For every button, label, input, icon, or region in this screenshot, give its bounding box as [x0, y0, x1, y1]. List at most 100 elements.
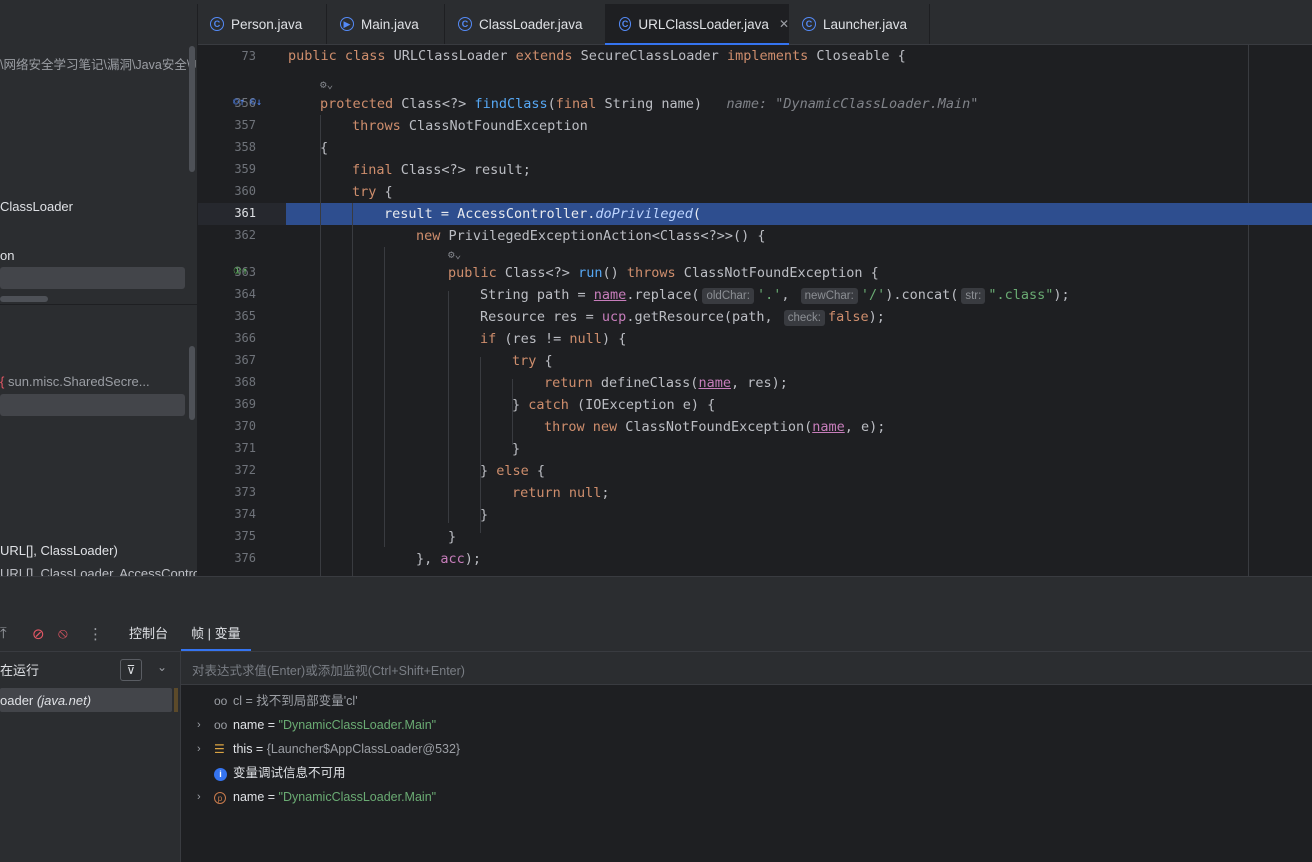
- variable-separator: =: [264, 790, 279, 804]
- implements-method-icon[interactable]: ①↑: [233, 266, 248, 277]
- code-line-360: try {: [352, 184, 393, 200]
- code-line-376: }, acc);: [416, 551, 482, 567]
- line-number: 371: [234, 441, 256, 455]
- main-class-icon: ▶: [340, 17, 354, 31]
- code-line-73: public class URLClassLoader extends Secu…: [288, 48, 906, 64]
- code-line-372: } else {: [480, 463, 546, 479]
- debug-toolbar: ⤒ ⊘ ⦸ ⋮ 控制台 帧 | 变量: [0, 617, 1312, 652]
- tab-separator: [326, 4, 327, 44]
- expand-arrow-icon[interactable]: ›: [197, 713, 201, 737]
- variable-value: {Launcher$AppClassLoader@532}: [266, 742, 461, 756]
- line-number: 376: [234, 551, 256, 565]
- code-editor[interactable]: 73 356 357 358 359 360 361 362 363 364 3…: [198, 45, 1312, 576]
- code-line-356: protected Class<?> findClass(final Strin…: [320, 96, 979, 112]
- line-number: 361: [234, 206, 256, 220]
- code-line-367: try {: [512, 353, 553, 369]
- tab-label: URLClassLoader.java: [638, 16, 769, 32]
- tab-launcher-java[interactable]: C Launcher.java: [802, 4, 907, 44]
- code-line-361: result = AccessController.doPrivileged(: [384, 206, 702, 222]
- expand-arrow-icon[interactable]: ›: [197, 737, 201, 761]
- indent-guide: [352, 203, 353, 576]
- structure-item-url2[interactable]: URL[], ClassLoader, AccessControll: [0, 566, 197, 576]
- filter-icon[interactable]: ⊽: [120, 659, 142, 681]
- variable-name: this: [233, 742, 253, 756]
- code-line-370: throw new ClassNotFoundException(name, e…: [544, 419, 886, 435]
- line-number: 373: [234, 485, 256, 499]
- evaluate-expression-input[interactable]: 对表达式求值(Enter)或添加监视(Ctrl+Shift+Enter): [181, 652, 1312, 685]
- variable-value: "DynamicClassLoader.Main": [278, 718, 437, 732]
- line-number: 73: [241, 49, 256, 63]
- class-icon: C: [619, 17, 632, 31]
- override-icon[interactable]: ©↑: [233, 97, 245, 108]
- step-out-icon[interactable]: ⤒: [0, 625, 7, 642]
- expand-arrow-icon[interactable]: ›: [197, 785, 201, 809]
- tab-main-java[interactable]: ▶ Main.java: [340, 4, 419, 44]
- frames-panel: 在运行 ⊽ ⌄ oader (java.net): [0, 652, 181, 862]
- tab-label: Person.java: [231, 16, 303, 32]
- implemented-icon[interactable]: ©↓: [250, 97, 262, 108]
- code-line-362: new PrivilegedExceptionAction<Class<?>>(…: [416, 228, 766, 244]
- indent-guide: [320, 115, 321, 576]
- line-number: 358: [234, 140, 256, 154]
- code-line-371: }: [512, 441, 521, 457]
- variable-name: name: [233, 790, 265, 804]
- tab-urlclassloader-java[interactable]: C URLClassLoader.java ✕: [605, 4, 789, 45]
- structure-item-sun[interactable]: { sun.misc.SharedSecre...: [0, 374, 150, 389]
- line-number: 365: [234, 309, 256, 323]
- frame-name: oader: [0, 693, 34, 708]
- tab-console[interactable]: 控制台: [129, 617, 168, 651]
- code-line-375: }: [448, 529, 457, 545]
- code-line-357: throws ClassNotFoundException: [352, 118, 588, 134]
- tree-selected-row[interactable]: [0, 267, 185, 289]
- line-number: 359: [234, 162, 256, 176]
- class-icon: C: [458, 17, 472, 31]
- tool-window-header: [0, 576, 1312, 617]
- line-number: 369: [234, 397, 256, 411]
- fold-icon[interactable]: ⚙⌄: [320, 78, 333, 91]
- project-scrollbar[interactable]: [189, 46, 195, 172]
- fold-icon[interactable]: ⚙⌄: [448, 248, 461, 261]
- info-icon: i: [214, 761, 227, 785]
- code-line-369: } catch (IOException e) {: [512, 397, 716, 413]
- line-number: 362: [234, 228, 256, 242]
- variable-separator: =: [242, 694, 257, 708]
- project-panel[interactable]: \网络安全学习笔记\漏洞\Java安全\J ClassLoader on { s…: [0, 4, 197, 576]
- mute-breakpoints-icon[interactable]: ⦸: [58, 625, 68, 642]
- tab-label: ClassLoader.java: [479, 16, 583, 32]
- fold-hint[interactable]: ⚙⌄: [320, 73, 333, 95]
- code-line-368: return defineClass(name, res);: [544, 375, 788, 391]
- class-icon: C: [210, 17, 224, 31]
- code-line-374: }: [480, 507, 489, 523]
- right-margin-guide: [1248, 45, 1249, 576]
- panel-divider: [0, 304, 197, 305]
- tab-classloader-java[interactable]: C ClassLoader.java: [458, 4, 583, 44]
- tab-label: Launcher.java: [823, 16, 908, 32]
- code-line-363: public Class<?> run() throws ClassNotFou…: [448, 265, 879, 281]
- evaluate-placeholder: 对表达式求值(Enter)或添加监视(Ctrl+Shift+Enter): [192, 664, 465, 678]
- tree-item-on[interactable]: on: [0, 248, 14, 263]
- more-options-icon[interactable]: ⋮: [88, 625, 103, 643]
- watch-icon: oo: [214, 718, 228, 732]
- variables-panel: 对表达式求值(Enter)或添加监视(Ctrl+Shift+Enter) oo …: [181, 652, 1312, 862]
- class-icon: C: [802, 17, 816, 31]
- structure-item-url1[interactable]: URL[], ClassLoader): [0, 543, 118, 558]
- structure-scrollbar[interactable]: [189, 346, 195, 420]
- tree-item-classloader[interactable]: ClassLoader: [0, 199, 73, 214]
- code-line-359: final Class<?> result;: [352, 162, 531, 178]
- thread-selector[interactable]: 在运行: [0, 660, 39, 679]
- tab-frames-variables[interactable]: 帧 | 变量: [181, 617, 251, 651]
- variable-value: 找不到局部变量'cl': [256, 694, 358, 708]
- tab-separator: [929, 4, 930, 44]
- project-path: \网络安全学习笔记\漏洞\Java安全\J: [0, 58, 197, 72]
- tab-separator: [444, 4, 445, 44]
- project-h-scrollbar[interactable]: [0, 296, 48, 302]
- parameter-icon: p: [214, 785, 226, 809]
- line-number: 357: [234, 118, 256, 132]
- structure-selected-row[interactable]: [0, 394, 185, 416]
- line-number: 366: [234, 331, 256, 345]
- tab-person-java[interactable]: C Person.java: [210, 4, 302, 44]
- close-icon[interactable]: ✕: [779, 17, 789, 31]
- chevron-down-icon[interactable]: ⌄: [157, 660, 167, 674]
- view-breakpoints-icon[interactable]: ⊘: [32, 625, 45, 643]
- frame-item[interactable]: oader (java.net): [0, 693, 91, 708]
